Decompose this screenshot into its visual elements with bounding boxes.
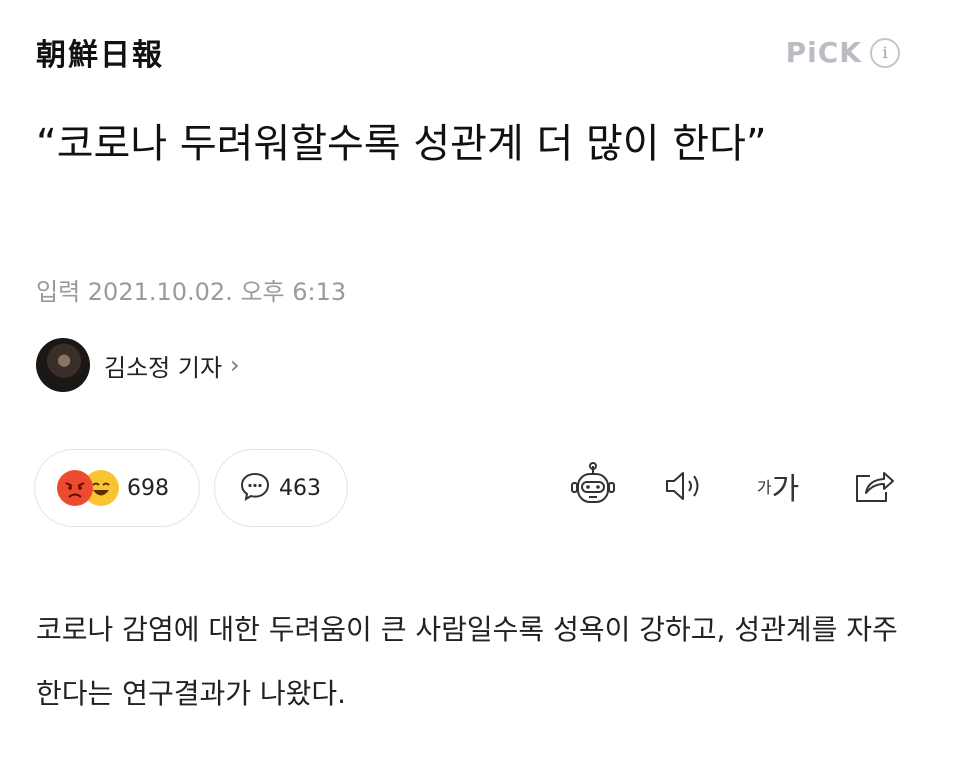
speaker-icon[interactable] <box>662 460 708 512</box>
pick-label: PiCK <box>785 36 862 69</box>
reaction-button[interactable]: 698 <box>34 449 200 527</box>
article-dateline: 입력 2021.10.02. 오후 6:13 <box>36 278 347 306</box>
press-logo[interactable]: 朝鮮日報 <box>36 30 164 74</box>
comment-bubble-icon <box>239 470 271 506</box>
reporter-link[interactable]: 김소정 기자 › <box>36 338 240 392</box>
pick-badge[interactable]: PiCK i <box>786 36 900 69</box>
reporter-avatar <box>36 338 90 392</box>
reaction-count: 698 <box>127 475 169 501</box>
article-headline: “코로나 두려워할수록 성관계 더 많이 한다” <box>36 121 767 167</box>
chevron-right-icon: › <box>230 351 240 379</box>
font-size-icon[interactable]: 가가 <box>748 460 808 512</box>
info-icon[interactable]: i <box>870 37 900 68</box>
article-body: 코로나 감염에 대한 두려움이 큰 사람일수록 성욕이 강하고, 성관계를 자주… <box>36 613 898 710</box>
font-size-small-label: 가 <box>756 478 772 497</box>
comment-count: 463 <box>279 475 321 501</box>
font-size-large-label: 가 <box>771 472 800 507</box>
comment-button[interactable]: 463 <box>214 449 348 527</box>
reporter-name: 김소정 기자 <box>104 353 223 382</box>
angry-face-icon <box>57 470 93 506</box>
robot-summary-icon[interactable] <box>566 460 620 512</box>
share-icon[interactable] <box>850 460 898 512</box>
